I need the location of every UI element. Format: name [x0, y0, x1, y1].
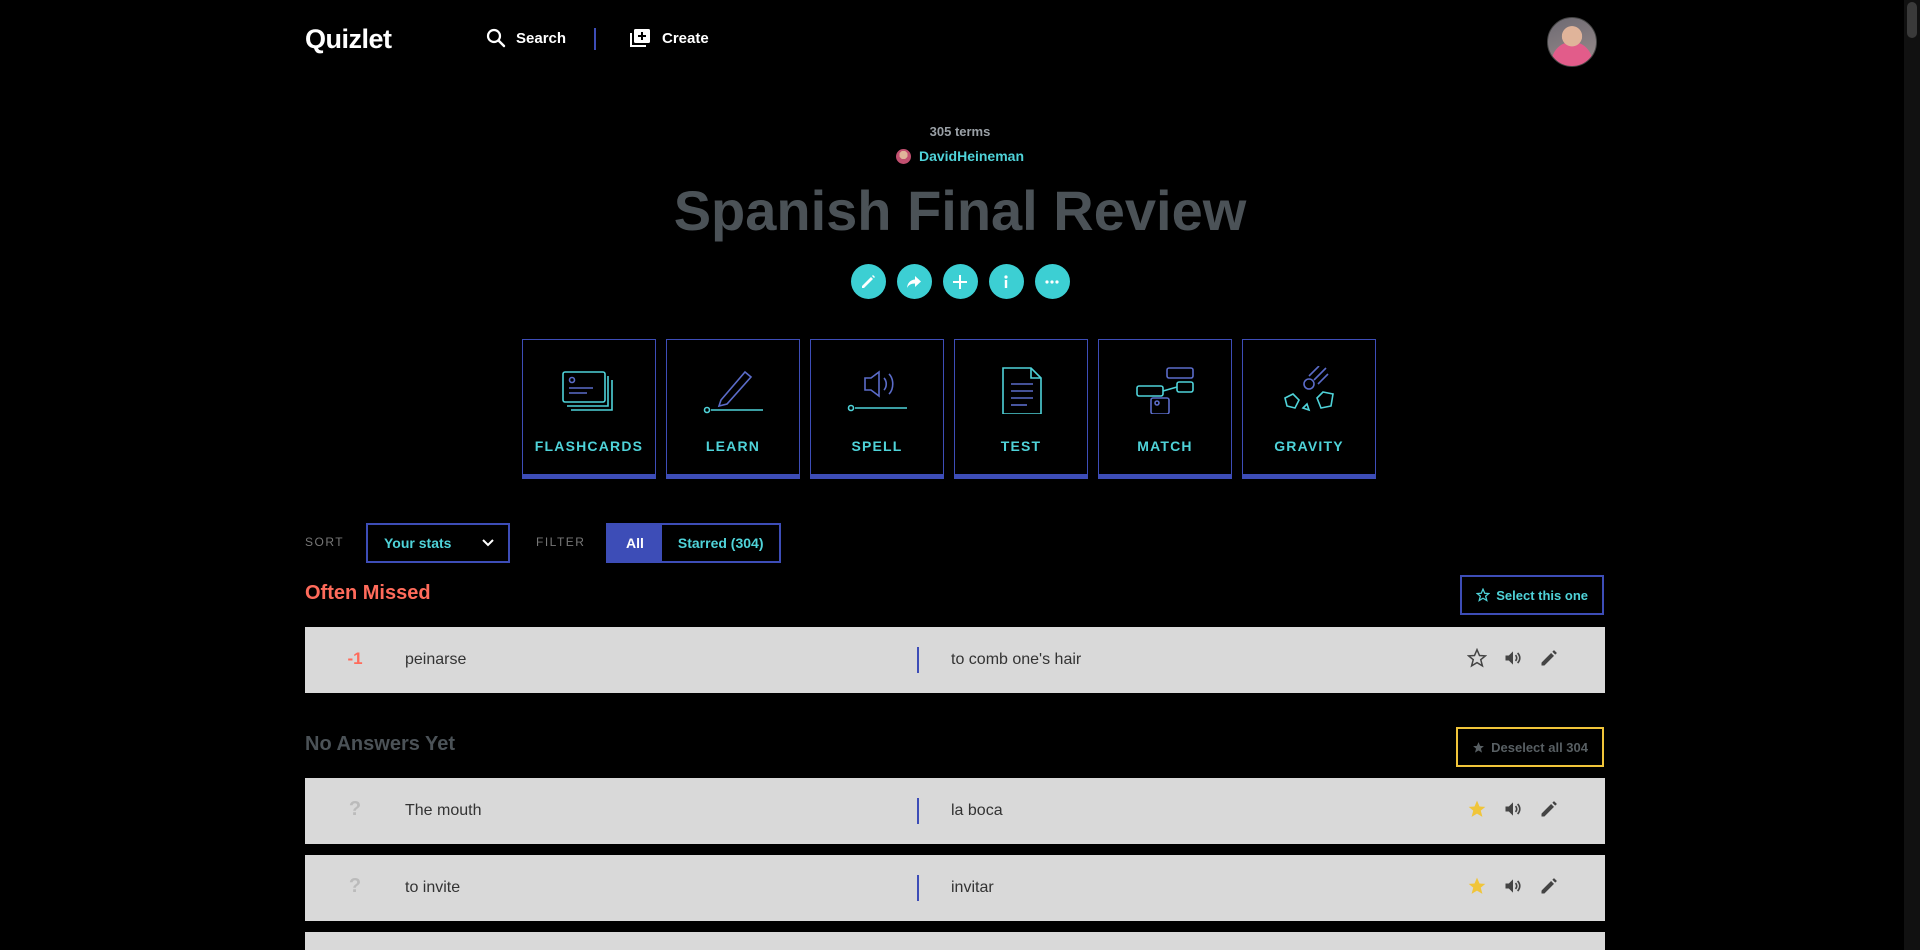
spell-icon: [847, 370, 907, 412]
deselect-all-label: Deselect all 304: [1491, 739, 1588, 755]
chevron-down-icon: [482, 539, 494, 547]
learn-icon: [703, 370, 763, 414]
nav-divider: [594, 28, 596, 50]
term-row: -1 peinarse to comb one's hair: [305, 627, 1605, 693]
share-icon: [907, 275, 921, 288]
edit-term-icon[interactable]: [1539, 799, 1559, 819]
mode-flashcards[interactable]: FLASHCARDS: [522, 339, 656, 479]
filter-toggle: All Starred (304): [606, 523, 782, 563]
star-icon[interactable]: [1467, 876, 1487, 896]
section-title-often-missed: Often Missed: [305, 582, 431, 604]
mode-learn[interactable]: LEARN: [666, 339, 800, 479]
mode-label: LEARN: [705, 438, 761, 454]
set-title: Spanish Final Review: [673, 179, 1247, 242]
mode-spell[interactable]: SPELL: [810, 339, 944, 479]
sort-dropdown[interactable]: Your stats: [366, 523, 510, 563]
term-divider: [917, 647, 919, 673]
match-icon: [1136, 367, 1194, 414]
sort-value: Your stats: [384, 535, 452, 551]
author-link[interactable]: DavidHeineman: [919, 148, 1024, 164]
mode-label: FLASHCARDS: [534, 438, 644, 454]
term-actions: [1467, 876, 1559, 896]
filter-label: FILTER: [536, 535, 586, 549]
pencil-icon: [862, 274, 875, 288]
term-actions: [1467, 648, 1559, 668]
select-this-one-button[interactable]: Select this one: [1460, 575, 1604, 615]
term-word: The mouth: [405, 802, 482, 819]
create-icon: [630, 29, 650, 47]
star-outline-icon: [1476, 588, 1491, 602]
create-label: Create: [662, 29, 709, 47]
sort-label: SORT: [305, 535, 345, 549]
section-title-no-answers: No Answers Yet: [305, 733, 456, 755]
search-label: Search: [516, 29, 567, 47]
term-score: ?: [348, 875, 362, 897]
mode-match[interactable]: MATCH: [1098, 339, 1232, 479]
term-row: ? The mouth la boca: [305, 778, 1605, 844]
mode-label: MATCH: [1137, 438, 1193, 454]
term-score: -1: [347, 649, 363, 668]
top-nav: Quizlet Search Create: [0, 0, 1920, 78]
star-filled-icon: [1473, 741, 1485, 753]
create-button[interactable]: Create: [630, 28, 709, 48]
search-button[interactable]: Search: [486, 28, 566, 48]
study-modes: FLASHCARDS LEARN SPELL TEST MATCH GRAVIT…: [522, 339, 1376, 479]
star-icon[interactable]: [1467, 799, 1487, 819]
filter-starred[interactable]: Starred (304): [662, 525, 780, 561]
scrollbar-thumb[interactable]: [1907, 2, 1917, 38]
term-row: [305, 932, 1605, 950]
term-count: 305 terms: [929, 124, 991, 139]
set-actions: [0, 264, 1920, 299]
edit-term-icon[interactable]: [1539, 648, 1559, 668]
filter-all[interactable]: All: [608, 525, 662, 561]
mode-label: GRAVITY: [1274, 438, 1344, 454]
info-button[interactable]: [988, 264, 1024, 299]
term-divider: [917, 875, 919, 901]
quizlet-logo[interactable]: Quizlet: [305, 24, 392, 55]
audio-icon[interactable]: [1503, 648, 1523, 668]
term-actions: [1467, 799, 1559, 819]
author-avatar: [895, 148, 911, 164]
more-options-button[interactable]: [1034, 264, 1070, 299]
audio-icon[interactable]: [1503, 876, 1523, 896]
page-scrollbar[interactable]: [1904, 0, 1920, 950]
star-icon[interactable]: [1467, 648, 1487, 668]
select-this-one-label: Select this one: [1496, 587, 1588, 603]
set-author: DavidHeineman: [0, 148, 1920, 164]
test-icon: [1002, 367, 1042, 414]
user-avatar[interactable]: [1547, 17, 1597, 67]
term-definition: la boca: [951, 802, 1003, 819]
info-icon: [1004, 274, 1008, 288]
flashcards-icon: [562, 371, 613, 411]
term-row: ? to invite invitar: [305, 855, 1605, 921]
edit-term-icon[interactable]: [1539, 876, 1559, 896]
mode-label: SPELL: [851, 438, 903, 454]
gravity-icon: [1284, 366, 1334, 412]
plus-icon: [953, 274, 967, 289]
term-divider: [917, 798, 919, 824]
audio-icon[interactable]: [1503, 799, 1523, 819]
more-icon: [1045, 279, 1059, 284]
deselect-all-button[interactable]: Deselect all 304: [1456, 727, 1604, 767]
mode-test[interactable]: TEST: [954, 339, 1088, 479]
term-word: to invite: [405, 879, 461, 896]
term-definition: to comb one's hair: [951, 651, 1082, 668]
term-score: ?: [348, 798, 362, 820]
add-to-folder-button[interactable]: [942, 264, 978, 299]
edit-set-button[interactable]: [850, 264, 886, 299]
mode-label: TEST: [1000, 438, 1042, 454]
mode-gravity[interactable]: GRAVITY: [1242, 339, 1376, 479]
term-word: peinarse: [405, 651, 467, 668]
term-definition: invitar: [951, 879, 994, 896]
share-button[interactable]: [896, 264, 932, 299]
search-icon: [486, 28, 506, 48]
